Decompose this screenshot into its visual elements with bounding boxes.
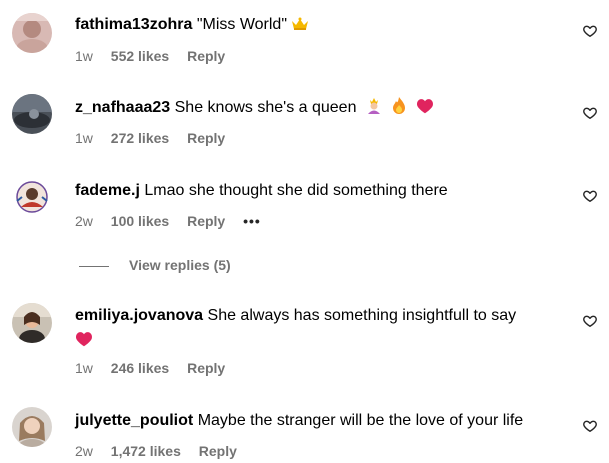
crown-icon (291, 14, 309, 39)
comment-username[interactable]: z_nafhaaa23 (75, 99, 170, 116)
comment-likes[interactable]: 246 likes (111, 360, 169, 376)
comment-likes[interactable]: 100 likes (111, 213, 169, 229)
comment-likes[interactable]: 552 likes (111, 48, 169, 64)
comment-time: 2w (75, 443, 93, 459)
comment-username[interactable]: emiliya.jovanova (75, 307, 203, 324)
comment-text: "Miss World" (196, 16, 288, 33)
reply-button[interactable]: Reply (187, 48, 225, 64)
comment-text: Lmao she thought she did something there (144, 182, 448, 199)
comment-time: 2w (75, 213, 93, 229)
comment-meta: 1w 272 likes Reply (75, 129, 239, 147)
like-heart-icon[interactable] (583, 189, 597, 203)
fire-icon (391, 96, 407, 122)
comment-text: She always has something insightfull to … (207, 307, 517, 324)
reply-button[interactable]: Reply (187, 213, 225, 229)
avatar[interactable] (12, 94, 52, 134)
comment-text: She knows she's a queen (174, 99, 357, 116)
princess-icon (365, 96, 383, 122)
red-heart-icon (416, 97, 434, 122)
like-heart-icon[interactable] (583, 24, 597, 38)
avatar[interactable] (12, 13, 52, 53)
like-heart-icon[interactable] (583, 419, 597, 433)
comment-meta: 2w 1,472 likes Reply (75, 442, 251, 460)
comment-username[interactable]: fathima13zohra (75, 16, 192, 33)
reply-button[interactable]: Reply (187, 360, 225, 376)
like-heart-icon[interactable] (583, 314, 597, 328)
avatar[interactable] (12, 407, 52, 447)
comment-line: julyette_pouliot Maybe the stranger will… (75, 408, 569, 433)
comment-meta: 1w 246 likes Reply (75, 359, 239, 377)
comment-line: z_nafhaaa23 She knows she's a queen (75, 95, 569, 122)
like-heart-icon[interactable] (583, 106, 597, 120)
comment-text: Maybe the stranger will be the love of y… (197, 412, 524, 429)
divider (79, 265, 109, 267)
comment-line: emiliya.jovanova She always has somethin… (75, 303, 569, 355)
comment-meta: 1w 552 likes Reply (75, 47, 239, 65)
red-heart-icon (75, 330, 93, 355)
avatar[interactable] (12, 303, 52, 343)
comment-time: 1w (75, 130, 93, 146)
comment-username[interactable]: fademe.j (75, 182, 140, 199)
comment-meta: 2w 100 likes Reply ••• (75, 212, 275, 230)
comment-line: fathima13zohra "Miss World" (75, 12, 569, 39)
comment-likes[interactable]: 272 likes (111, 130, 169, 146)
comment-likes[interactable]: 1,472 likes (111, 443, 181, 459)
comment-time: 1w (75, 48, 93, 64)
reply-button[interactable]: Reply (199, 443, 237, 459)
view-replies-button[interactable]: View replies (5) (79, 256, 231, 274)
more-options-icon[interactable]: ••• (243, 213, 261, 229)
reply-button[interactable]: Reply (187, 130, 225, 146)
comment-line: fademe.j Lmao she thought she did someth… (75, 178, 569, 203)
view-replies-label: View replies (5) (129, 257, 231, 273)
comment-username[interactable]: julyette_pouliot (75, 412, 193, 429)
comment-time: 1w (75, 360, 93, 376)
avatar[interactable] (12, 177, 52, 217)
